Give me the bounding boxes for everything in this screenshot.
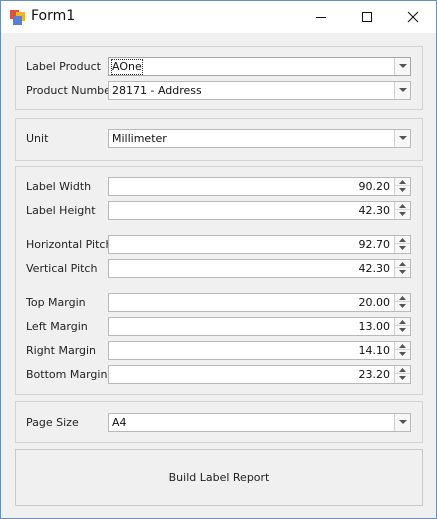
spin-down-icon xyxy=(399,328,406,332)
left-margin-label: Left Margin xyxy=(26,320,88,333)
bottom-margin-spinner[interactable]: 23.20 xyxy=(108,365,411,384)
spin-down-button[interactable] xyxy=(395,326,410,334)
label-width-label: Label Width xyxy=(26,180,92,193)
top-margin-label: Top Margin xyxy=(26,296,86,309)
spin-buttons xyxy=(394,260,410,277)
page-size-label: Page Size xyxy=(26,416,79,429)
label-product-value: AOne xyxy=(111,59,143,75)
form-window: Form1 Label Product AOne Product Number … xyxy=(0,0,437,519)
spin-down-button[interactable] xyxy=(395,244,410,252)
spin-down-icon xyxy=(399,376,406,380)
spin-down-icon xyxy=(399,246,406,250)
spin-up-button[interactable] xyxy=(395,202,410,210)
spin-up-button[interactable] xyxy=(395,294,410,302)
label-width-value: 90.20 xyxy=(358,180,391,193)
close-button[interactable] xyxy=(390,1,436,33)
vertical-pitch-label: Vertical Pitch xyxy=(26,262,98,275)
bottom-margin-label: Bottom Margin xyxy=(26,368,108,381)
maximize-button[interactable] xyxy=(344,1,390,33)
label-product-label: Label Product xyxy=(26,60,101,73)
label-height-value: 42.30 xyxy=(358,204,391,217)
top-margin-spinner[interactable]: 20.00 xyxy=(108,293,411,312)
spin-up-button[interactable] xyxy=(395,178,410,186)
product-number-dropdown-button[interactable] xyxy=(394,82,410,99)
product-number-label: Product Number xyxy=(26,84,116,97)
spin-up-icon xyxy=(399,296,406,300)
left-margin-value: 13.00 xyxy=(358,320,391,333)
chevron-down-icon xyxy=(399,420,407,424)
vertical-pitch-spinner[interactable]: 42.30 xyxy=(108,259,411,278)
spin-buttons xyxy=(394,236,410,253)
spin-down-icon xyxy=(399,212,406,216)
spin-down-icon xyxy=(399,270,406,274)
label-product-dropdown-button[interactable] xyxy=(394,58,410,75)
spin-buttons xyxy=(394,318,410,335)
horizontal-pitch-value: 92.70 xyxy=(358,238,391,251)
spin-down-button[interactable] xyxy=(395,374,410,382)
window-title: Form1 xyxy=(31,8,76,24)
unit-combo[interactable]: Millimeter xyxy=(108,129,411,148)
label-product-combo[interactable]: AOne xyxy=(108,57,411,76)
product-number-value: 28171 - Address xyxy=(112,84,202,97)
page-size-value: A4 xyxy=(112,416,127,429)
spin-up-button[interactable] xyxy=(395,260,410,268)
right-margin-value: 14.10 xyxy=(358,344,391,357)
spin-down-icon xyxy=(399,352,406,356)
unit-label: Unit xyxy=(26,132,49,145)
unit-dropdown-button[interactable] xyxy=(394,130,410,147)
page-size-dropdown-button[interactable] xyxy=(394,414,410,431)
spin-down-button[interactable] xyxy=(395,268,410,276)
spin-buttons xyxy=(394,178,410,195)
top-margin-value: 20.00 xyxy=(358,296,391,309)
spin-up-icon xyxy=(399,344,406,348)
label-height-label: Label Height xyxy=(26,204,96,217)
vertical-pitch-value: 42.30 xyxy=(358,262,391,275)
spin-up-icon xyxy=(399,368,406,372)
spin-up-icon xyxy=(399,204,406,208)
bottom-margin-value: 23.20 xyxy=(358,368,391,381)
spin-up-icon xyxy=(399,320,406,324)
left-margin-spinner[interactable]: 13.00 xyxy=(108,317,411,336)
label-height-spinner[interactable]: 42.30 xyxy=(108,201,411,220)
chevron-down-icon xyxy=(399,136,407,140)
right-margin-label: Right Margin xyxy=(26,344,97,357)
chevron-down-icon xyxy=(399,64,407,68)
label-width-spinner[interactable]: 90.20 xyxy=(108,177,411,196)
minimize-button[interactable] xyxy=(298,1,344,33)
minimize-icon xyxy=(316,17,326,18)
close-icon xyxy=(407,11,419,23)
app-icon xyxy=(10,10,26,26)
spin-down-button[interactable] xyxy=(395,302,410,310)
spin-down-button[interactable] xyxy=(395,186,410,194)
spin-up-button[interactable] xyxy=(395,318,410,326)
horizontal-pitch-label: Horizontal Pitch xyxy=(26,238,113,251)
title-bar: Form1 xyxy=(1,1,436,33)
spin-down-button[interactable] xyxy=(395,350,410,358)
build-label-report-button[interactable]: Build Label Report xyxy=(15,449,423,506)
horizontal-pitch-spinner[interactable]: 92.70 xyxy=(108,235,411,254)
spin-down-button[interactable] xyxy=(395,210,410,218)
chevron-down-icon xyxy=(399,88,407,92)
unit-value: Millimeter xyxy=(112,132,167,145)
spin-buttons xyxy=(394,294,410,311)
spin-up-button[interactable] xyxy=(395,366,410,374)
spin-up-icon xyxy=(399,238,406,242)
page-size-combo[interactable]: A4 xyxy=(108,413,411,432)
spin-up-icon xyxy=(399,180,406,184)
right-margin-spinner[interactable]: 14.10 xyxy=(108,341,411,360)
spin-up-button[interactable] xyxy=(395,342,410,350)
maximize-icon xyxy=(362,12,372,22)
spin-up-icon xyxy=(399,262,406,266)
product-group xyxy=(15,46,423,110)
spin-buttons xyxy=(394,202,410,219)
spin-up-button[interactable] xyxy=(395,236,410,244)
spin-buttons xyxy=(394,366,410,383)
product-number-combo[interactable]: 28171 - Address xyxy=(108,81,411,100)
spin-down-icon xyxy=(399,304,406,308)
spin-buttons xyxy=(394,342,410,359)
spin-down-icon xyxy=(399,188,406,192)
